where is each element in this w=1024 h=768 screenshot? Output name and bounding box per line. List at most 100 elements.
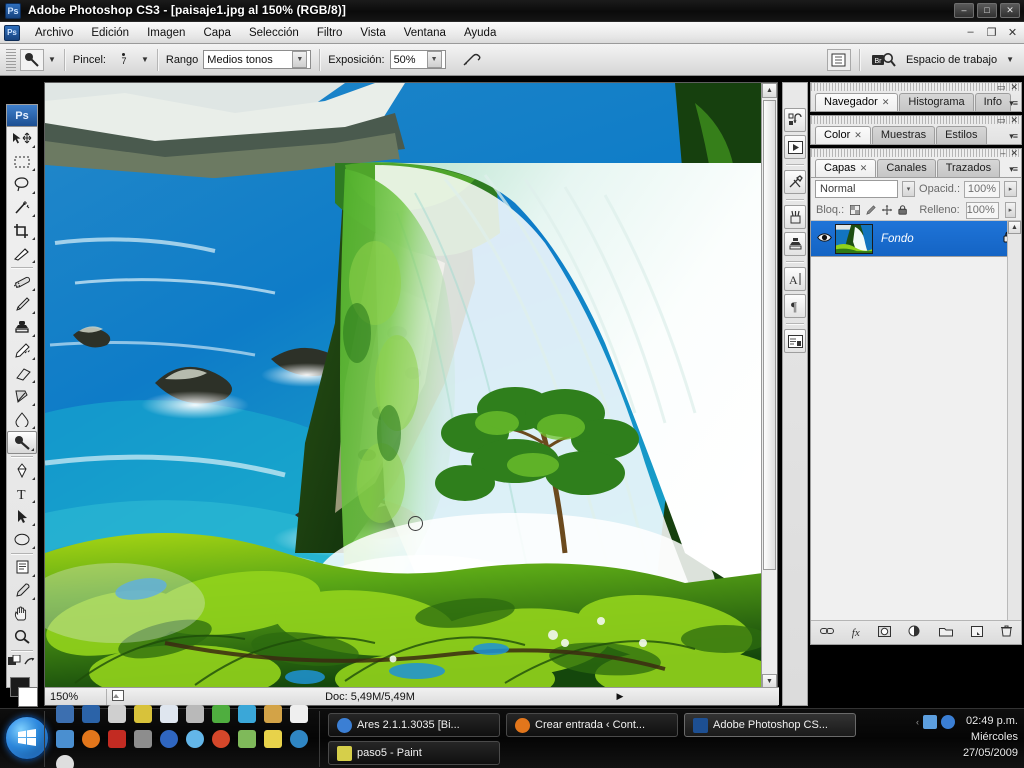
opacity-caret-icon[interactable]: ▸ [1004, 181, 1017, 197]
tool-eraser[interactable] [7, 362, 37, 385]
network-icon[interactable] [923, 715, 937, 729]
tab-navegador[interactable]: Navegador ✕ [815, 93, 899, 111]
tool-type[interactable]: T [7, 482, 37, 505]
taskbar-item-paint[interactable]: paso5 - Paint [328, 741, 500, 765]
toggle-palettes-button[interactable] [826, 48, 851, 71]
lock-image-icon[interactable] [866, 204, 876, 216]
ql-icon-19[interactable] [260, 727, 286, 752]
tab-color-close-icon[interactable]: ✕ [854, 127, 862, 144]
layer-visibility-toggle[interactable] [813, 232, 835, 246]
canvas-image[interactable] [45, 83, 763, 689]
tool-lasso[interactable] [7, 173, 37, 196]
tab-histograma[interactable]: Histograma [899, 93, 974, 111]
tool-eyedropper[interactable] [7, 579, 37, 602]
tab-trazados[interactable]: Trazados [936, 159, 1001, 177]
clone-source-panel-icon[interactable] [784, 232, 806, 256]
ares-tray-icon[interactable] [941, 715, 955, 729]
restore-button[interactable]: □ [977, 3, 997, 18]
brush-picker-caret-icon[interactable]: ▼ [141, 55, 149, 64]
go-to-bridge-button[interactable]: Br [868, 49, 900, 71]
workspace-label[interactable]: Espacio de trabajo [906, 54, 997, 66]
status-menu-arrow-icon[interactable]: ▶ [611, 691, 629, 702]
color-panel-menu-icon[interactable]: ▾≡ [1009, 131, 1018, 142]
fill-caret-icon[interactable]: ▸ [1004, 202, 1016, 218]
history-panel-icon[interactable] [784, 108, 806, 132]
tool-history-brush[interactable] [7, 339, 37, 362]
tool-path-selection[interactable] [7, 505, 37, 528]
delete-layer-button[interactable] [1001, 625, 1013, 640]
menu-vista[interactable]: Vista [351, 22, 394, 44]
ql-icon-3[interactable] [104, 702, 130, 727]
tool-shape[interactable] [7, 528, 37, 551]
tool-marquee[interactable] [7, 150, 37, 173]
new-layer-button[interactable] [971, 625, 984, 640]
menu-capa[interactable]: Capa [194, 22, 240, 44]
tool-hand[interactable] [7, 602, 37, 625]
tool-gradient[interactable] [7, 385, 37, 408]
tab-capas-close-icon[interactable]: ✕ [860, 160, 868, 177]
tool-move[interactable] [7, 127, 37, 150]
ql-icon-5[interactable] [156, 702, 182, 727]
vertical-scroll-thumb[interactable] [763, 100, 776, 570]
ql-icon-9[interactable] [260, 702, 286, 727]
brushes-panel-icon[interactable] [784, 205, 806, 229]
navigator-panel-menu-icon[interactable]: ▾≡ [1009, 98, 1018, 109]
options-bar-grip[interactable] [6, 48, 16, 71]
tool-magic-wand[interactable] [7, 196, 37, 219]
layer-thumbnail[interactable] [835, 223, 873, 254]
taskbar-item-photoshop[interactable]: Adobe Photoshop CS... [684, 713, 856, 737]
layer-comps-panel-icon[interactable] [784, 329, 806, 353]
navigator-panel-grip[interactable]: ▭ ✕ [811, 82, 1021, 92]
layer-scroll-up-button[interactable]: ▲ [1008, 221, 1021, 234]
tool-pen[interactable] [7, 459, 37, 482]
menu-ayuda[interactable]: Ayuda [455, 22, 505, 44]
ql-icon-12[interactable] [78, 727, 104, 752]
airbrush-toggle-button[interactable] [460, 49, 484, 71]
layers-panel-menu-icon[interactable]: ▾≡ [1009, 164, 1018, 175]
tool-blur[interactable] [7, 408, 37, 431]
minimize-button[interactable]: – [954, 3, 974, 18]
ql-icon-4[interactable] [130, 702, 156, 727]
standard-mode-icon[interactable] [8, 655, 21, 667]
lock-position-icon[interactable] [882, 204, 893, 216]
tray-expand-chevron-icon[interactable]: ‹ [916, 717, 919, 727]
blend-mode-select[interactable]: Normal [815, 180, 899, 198]
close-button[interactable]: ✕ [1000, 3, 1020, 18]
menu-ventana[interactable]: Ventana [395, 22, 455, 44]
ql-icon-20[interactable] [286, 727, 312, 752]
tab-capas[interactable]: Capas ✕ [815, 159, 877, 177]
canvas-vertical-scrollbar[interactable]: ▲ ▼ [761, 83, 777, 689]
taskbar-item-firefox[interactable]: Crear entrada ‹ Cont... [506, 713, 678, 737]
doc-minimize-button[interactable]: – [964, 26, 977, 39]
ql-icon-7[interactable] [208, 702, 234, 727]
tool-zoom[interactable] [7, 625, 37, 648]
ql-icon-11[interactable] [52, 727, 78, 752]
exposure-input[interactable]: 50% ▼ [389, 50, 446, 69]
ql-icon-2[interactable] [78, 702, 104, 727]
scroll-up-button[interactable]: ▲ [762, 83, 777, 98]
menu-imagen[interactable]: Imagen [138, 22, 194, 44]
ql-icon-18[interactable] [234, 727, 260, 752]
paragraph-panel-icon[interactable]: ¶ [784, 294, 806, 318]
tab-navegador-close-icon[interactable]: ✕ [882, 94, 890, 111]
tool-crop[interactable] [7, 219, 37, 242]
lock-transparency-icon[interactable] [850, 204, 861, 216]
color-panel-grip[interactable]: ▭ ✕ [811, 115, 1021, 125]
tool-brush[interactable] [7, 293, 37, 316]
actions-panel-icon[interactable] [784, 135, 806, 159]
tool-notes[interactable] [7, 556, 37, 579]
tool-preset-caret-icon[interactable]: ▼ [48, 55, 56, 64]
menu-seleccion[interactable]: Selección [240, 22, 308, 44]
table-row[interactable]: Fondo [811, 221, 1021, 257]
opacity-value[interactable]: 100% [964, 180, 1000, 198]
layer-name[interactable]: Fondo [881, 233, 995, 245]
current-tool-icon[interactable] [20, 48, 44, 71]
link-layers-button[interactable] [819, 626, 834, 639]
ql-icon-16[interactable] [182, 727, 208, 752]
ql-icon-1[interactable] [52, 702, 78, 727]
canvas-area[interactable] [45, 83, 763, 689]
ql-icon-10[interactable] [286, 702, 312, 727]
range-select[interactable]: Medios tonos ▼ [203, 50, 312, 69]
layer-mask-button[interactable] [877, 625, 891, 640]
tab-canales[interactable]: Canales [877, 159, 936, 177]
